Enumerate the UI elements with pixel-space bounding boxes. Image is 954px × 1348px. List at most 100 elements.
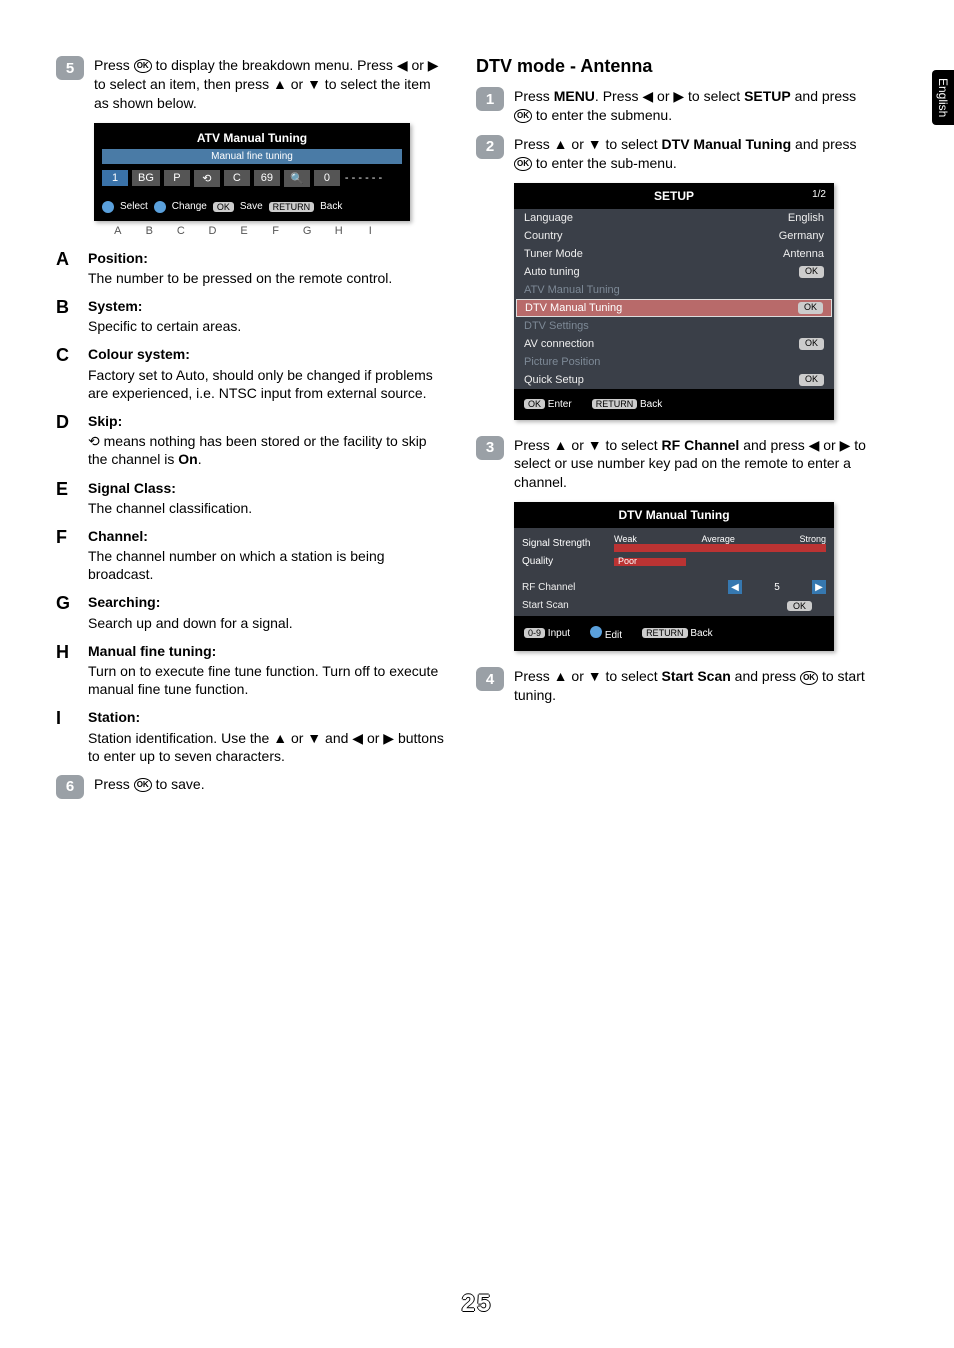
term-bold: Start Scan — [662, 668, 731, 684]
row-val-ok: OK — [799, 338, 824, 350]
text: Press — [94, 776, 134, 792]
setup-rows: Language English Country Germany Tuner Mod… — [514, 209, 834, 389]
row-key: AV connection — [524, 338, 594, 350]
def-text: The channel classification. — [88, 500, 252, 516]
definition-c: C Colour system:Factory set to Auto, sho… — [56, 345, 446, 402]
panel-page: 1/2 — [812, 189, 826, 200]
setup-row: Country Germany — [514, 227, 834, 245]
col-label: H — [323, 225, 355, 237]
step-6-text: Press OK to save. — [94, 775, 205, 794]
row-key: Country — [524, 230, 563, 242]
def-term: Station: — [88, 708, 446, 726]
cell-channel: 69 — [254, 170, 280, 186]
text: Press — [94, 57, 134, 73]
hint-change: Change — [172, 201, 207, 212]
def-letter: H — [56, 642, 88, 699]
dpad-icon — [154, 201, 166, 213]
row-val: Germany — [779, 230, 824, 242]
setup-row-dim: Picture Position — [514, 353, 834, 371]
skip-icon: ⟲ — [88, 433, 100, 449]
text: Press ▲ or ▼ to select — [514, 668, 662, 684]
text: and press — [731, 668, 800, 684]
step-6: 6 Press OK to save. — [56, 775, 446, 799]
def-text: . — [198, 451, 202, 467]
def-term: System: — [88, 297, 241, 315]
row-val-ok: OK — [798, 302, 823, 314]
ok-icon: OK — [134, 778, 152, 792]
def-letter: C — [56, 345, 88, 402]
col-label: C — [165, 225, 197, 237]
row-val: English — [788, 212, 824, 224]
setup-row: Tuner ModeAntenna — [514, 245, 834, 263]
col-label: E — [228, 225, 260, 237]
label-quality: Quality — [522, 556, 608, 567]
dpad-icon — [590, 626, 602, 638]
row-val-ok: OK — [799, 374, 824, 386]
label-weak: Weak — [614, 534, 637, 544]
definition-h: H Manual fine tuning:Turn on to execute … — [56, 642, 446, 699]
col-label: B — [134, 225, 166, 237]
def-letter: B — [56, 297, 88, 335]
row-key: Quick Setup — [524, 374, 584, 386]
text: Press — [514, 88, 554, 104]
label-strong: Strong — [799, 534, 826, 544]
return-pill: RETURN — [592, 399, 638, 409]
setup-row-highlight: DTV Manual Tuning OK — [516, 299, 832, 317]
column-labels: A B C D E F G H I — [94, 225, 394, 237]
panel-title: ATV Manual Tuning — [102, 131, 402, 145]
row-key: Tuner Mode — [524, 248, 583, 260]
setup-row: Language English — [514, 209, 834, 227]
col-label: G — [291, 225, 323, 237]
text: to enter the sub-menu. — [532, 155, 677, 171]
ok-icon: OK — [514, 109, 532, 123]
text: to save. — [152, 776, 205, 792]
setup-row: Auto tuningOK — [514, 263, 834, 281]
panel-hints: Select Change OK Save RETURN Back — [102, 201, 402, 213]
def-term: Searching: — [88, 593, 293, 611]
hint-enter: Enter — [548, 399, 572, 410]
definition-e: E Signal Class:The channel classificatio… — [56, 479, 446, 517]
dpad-icon — [102, 201, 114, 213]
hint-back: Back — [640, 399, 662, 410]
row-key: DTV Manual Tuning — [525, 302, 622, 314]
def-letter: F — [56, 527, 88, 584]
definition-f: F Channel:The channel number on which a … — [56, 527, 446, 584]
step-number-3: 3 — [476, 436, 504, 460]
menu-bold: MENU — [554, 88, 595, 104]
step-1: 1 Press MENU. Press ◀ or ▶ to select SET… — [476, 87, 876, 125]
row-key: Language — [524, 212, 573, 224]
rf-channel-row: RF Channel ◀ 5 ▶ — [522, 577, 826, 597]
arrow-right-icon: ▶ — [812, 580, 826, 594]
def-letter: I — [56, 708, 88, 765]
def-letter: A — [56, 249, 88, 287]
label-signal-strength: Signal Strength — [522, 538, 608, 549]
station-dash: - - - - - - — [344, 172, 383, 184]
step-3: 3 Press ▲ or ▼ to select RF Channel and … — [476, 436, 876, 493]
text: Press ▲ or ▼ to select — [514, 136, 662, 152]
hint-edit: Edit — [605, 630, 622, 641]
label-average: Average — [701, 534, 734, 544]
panel-footer: OK Enter RETURN Back — [514, 389, 834, 420]
step-5: 5 Press OK to display the breakdown menu… — [56, 56, 446, 113]
col-label: F — [260, 225, 292, 237]
left-column: 5 Press OK to display the breakdown menu… — [56, 56, 446, 809]
return-pill: RETURN — [269, 202, 315, 212]
step-4-text: Press ▲ or ▼ to select Start Scan and pr… — [514, 667, 876, 705]
step-2: 2 Press ▲ or ▼ to select DTV Manual Tuni… — [476, 135, 876, 173]
definition-d: D Skip:⟲ means nothing has been stored o… — [56, 412, 446, 469]
definition-b: B System:Specific to certain areas. — [56, 297, 446, 335]
cell-system: BG — [132, 170, 160, 186]
language-tab: English — [932, 70, 954, 125]
cell-man-fine: 0 — [314, 170, 340, 186]
def-text: The channel number on which a station is… — [88, 548, 385, 582]
dtv-body: Signal Strength Weak Average Strong Qual… — [514, 528, 834, 616]
start-scan-row: Start Scan OK — [522, 597, 826, 614]
row-key: DTV Settings — [524, 320, 589, 332]
row-key: Auto tuning — [524, 266, 580, 278]
col-label: A — [102, 225, 134, 237]
return-pill: RETURN — [642, 628, 688, 638]
def-text: means nothing has been stored or the fac… — [88, 433, 427, 467]
step-4: 4 Press ▲ or ▼ to select Start Scan and … — [476, 667, 876, 705]
right-column: DTV mode - Antenna 1 Press MENU. Press ◀… — [476, 56, 876, 809]
atv-manual-tuning-panel: ATV Manual Tuning Manual fine tuning 1 B… — [94, 123, 410, 221]
